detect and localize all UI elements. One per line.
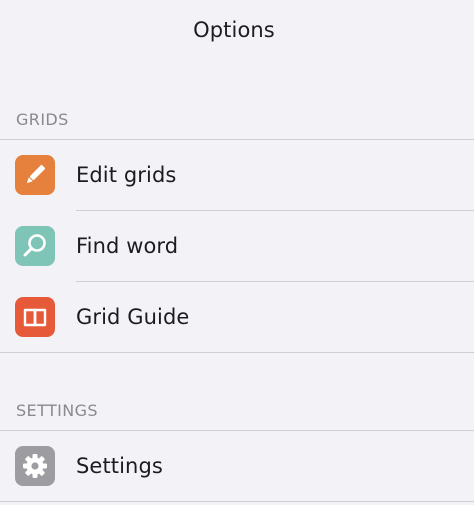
edit-grids-label: Edit grids	[76, 163, 177, 187]
find-word-row[interactable]: Find word	[0, 211, 474, 281]
page-title: Options	[193, 18, 275, 42]
section-header-grids: GRIDS	[16, 110, 69, 129]
find-word-label: Find word	[76, 234, 179, 258]
gear-icon	[15, 446, 55, 486]
magnifier-icon	[15, 226, 55, 266]
nav-bar: Options	[0, 0, 474, 60]
section-header-settings: SETTINGS	[16, 401, 98, 420]
settings-row[interactable]: Settings	[0, 431, 474, 501]
divider	[0, 501, 474, 502]
pencil-icon	[15, 155, 55, 195]
divider	[0, 352, 474, 353]
open-book-icon	[15, 297, 55, 337]
grid-guide-label: Grid Guide	[76, 305, 190, 329]
settings-label: Settings	[76, 454, 163, 478]
edit-grids-row[interactable]: Edit grids	[0, 140, 474, 210]
grid-guide-row[interactable]: Grid Guide	[0, 282, 474, 352]
